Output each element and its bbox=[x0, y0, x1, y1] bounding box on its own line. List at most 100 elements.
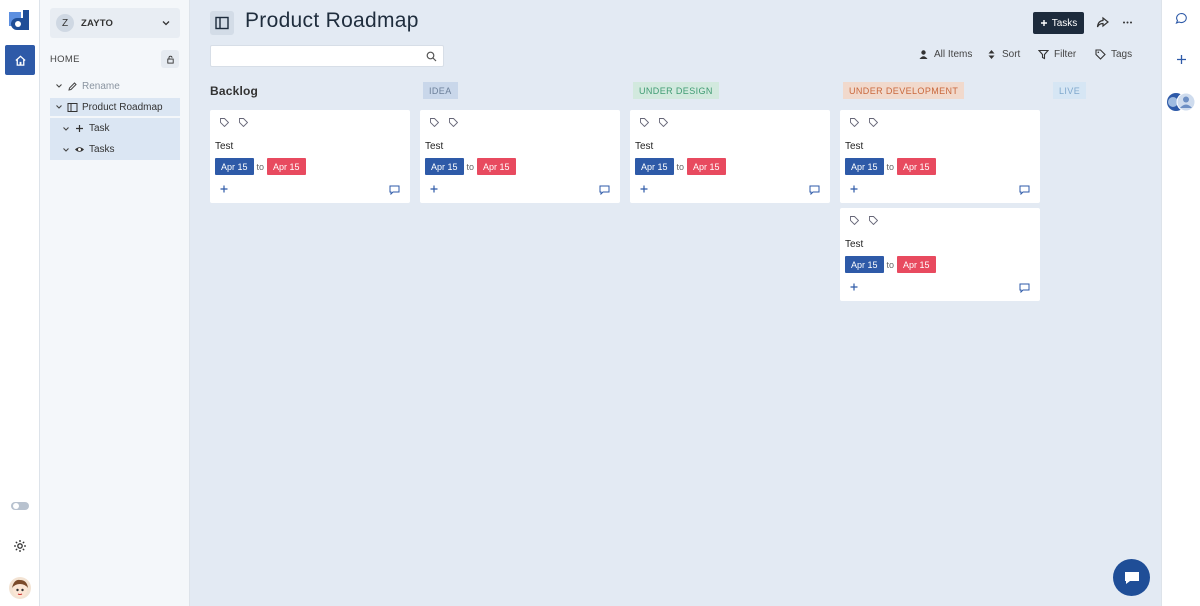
start-date-chip[interactable]: Apr 15 bbox=[635, 158, 674, 175]
chevron-down-icon bbox=[56, 84, 62, 88]
card-title[interactable]: Test bbox=[635, 141, 653, 152]
chevron-down-icon bbox=[63, 126, 69, 131]
all-items-button[interactable]: All Items bbox=[918, 49, 972, 60]
end-date-chip[interactable]: Apr 15 bbox=[897, 158, 936, 175]
start-date-chip[interactable]: Apr 15 bbox=[845, 256, 884, 273]
column-header-under-design: UNDER DESIGN bbox=[633, 82, 719, 99]
sort-button[interactable]: Sort bbox=[986, 49, 1020, 60]
filter-button[interactable]: Filter bbox=[1038, 49, 1076, 60]
start-date-chip[interactable]: Apr 15 bbox=[215, 158, 254, 175]
tree-item-product-roadmap[interactable]: Product Roadmap bbox=[50, 98, 180, 116]
theme-toggle[interactable] bbox=[11, 502, 29, 510]
app-rail bbox=[0, 0, 40, 606]
user-icon bbox=[919, 50, 928, 59]
tag-icon[interactable] bbox=[869, 216, 878, 225]
add-subtask-icon[interactable] bbox=[640, 185, 648, 193]
home-icon bbox=[14, 54, 26, 66]
search-input[interactable] bbox=[210, 45, 444, 67]
end-date-chip[interactable]: Apr 15 bbox=[897, 256, 936, 273]
tag-icon[interactable] bbox=[850, 118, 859, 127]
tag-icon bbox=[1095, 49, 1106, 60]
add-subtask-icon[interactable] bbox=[430, 185, 438, 193]
task-card[interactable]: Test Apr 15 to Apr 15 bbox=[630, 110, 830, 203]
add-subtask-icon[interactable] bbox=[850, 283, 858, 291]
column-header-live: LIVE bbox=[1053, 82, 1087, 99]
eye-icon bbox=[75, 147, 84, 152]
tags-label: Tags bbox=[1111, 49, 1133, 60]
start-date-chip[interactable]: Apr 15 bbox=[845, 158, 884, 175]
tag-icon[interactable] bbox=[659, 118, 668, 127]
tree-item-rename[interactable]: Rename bbox=[50, 77, 120, 95]
task-card[interactable]: Test Apr 15 to Apr 15 bbox=[840, 110, 1040, 203]
user-avatar[interactable] bbox=[9, 577, 31, 599]
tree-item-label: Product Roadmap bbox=[82, 101, 163, 113]
more-icon[interactable] bbox=[1121, 16, 1134, 29]
app-logo[interactable] bbox=[9, 10, 31, 32]
board-icon bbox=[215, 16, 229, 30]
comment-icon[interactable] bbox=[599, 184, 610, 195]
plus-icon bbox=[1040, 20, 1047, 26]
card-title[interactable]: Test bbox=[845, 141, 863, 152]
card-title[interactable]: Test bbox=[215, 141, 233, 152]
sort-label: Sort bbox=[1002, 49, 1021, 60]
pencil-icon bbox=[68, 81, 77, 91]
comment-icon[interactable] bbox=[1019, 282, 1030, 293]
side-panel: Z ZAYTO HOME Rename Product Roadmap Task… bbox=[40, 0, 190, 606]
sort-icon bbox=[988, 50, 995, 59]
filter-icon bbox=[1038, 49, 1049, 60]
plus-icon[interactable] bbox=[1175, 53, 1188, 66]
column-header-under-development: UNDER DEVELOPMENT bbox=[843, 82, 965, 99]
date-separator: to bbox=[256, 161, 265, 172]
tree-item-tasks[interactable]: Tasks bbox=[50, 139, 180, 160]
add-subtask-icon[interactable] bbox=[850, 185, 858, 193]
add-tasks-label: Tasks bbox=[1051, 17, 1078, 29]
end-date-chip[interactable]: Apr 15 bbox=[687, 158, 726, 175]
page-title: Product Roadmap bbox=[245, 9, 419, 32]
start-date-chip[interactable]: Apr 15 bbox=[425, 158, 464, 175]
task-card[interactable]: Test Apr 15 to Apr 15 bbox=[210, 110, 410, 203]
tag-icon[interactable] bbox=[220, 118, 229, 127]
tag-icon[interactable] bbox=[430, 118, 439, 127]
tag-icon[interactable] bbox=[640, 118, 649, 127]
tree-item-label: Rename bbox=[82, 80, 120, 92]
card-title[interactable]: Test bbox=[425, 141, 443, 152]
end-date-chip[interactable]: Apr 15 bbox=[477, 158, 516, 175]
tree-item-task[interactable]: Task bbox=[50, 118, 180, 139]
collaborators-avatars[interactable] bbox=[1166, 92, 1196, 112]
workspace-switcher[interactable]: Z ZAYTO bbox=[50, 8, 180, 38]
main-content: Product Roadmap Tasks All Items Sort Fil… bbox=[190, 0, 1161, 606]
filter-label: Filter bbox=[1054, 49, 1077, 60]
task-card[interactable]: Test Apr 15 to Apr 15 bbox=[420, 110, 620, 203]
all-items-label: All Items bbox=[934, 49, 973, 60]
comment-icon[interactable] bbox=[389, 184, 400, 195]
tags-button[interactable]: Tags bbox=[1095, 49, 1132, 60]
tag-icon[interactable] bbox=[869, 118, 878, 127]
task-card[interactable]: Test Apr 15 to Apr 15 bbox=[840, 208, 1040, 301]
gear-icon[interactable] bbox=[13, 539, 27, 553]
home-label[interactable]: HOME bbox=[50, 54, 80, 65]
tree-item-label: Tasks bbox=[89, 144, 115, 155]
home-button[interactable] bbox=[5, 45, 35, 75]
tree-item-label: Task bbox=[89, 123, 110, 134]
lock-icon bbox=[166, 55, 174, 64]
add-subtask-icon[interactable] bbox=[220, 185, 228, 193]
end-date-chip[interactable]: Apr 15 bbox=[267, 158, 306, 175]
tag-icon[interactable] bbox=[449, 118, 458, 127]
date-separator: to bbox=[886, 161, 895, 172]
add-tasks-button[interactable]: Tasks bbox=[1033, 12, 1084, 34]
lock-button[interactable] bbox=[161, 50, 179, 68]
tag-icon[interactable] bbox=[850, 216, 859, 225]
column-header-idea: IDEA bbox=[423, 82, 458, 99]
chevron-down-icon bbox=[162, 21, 170, 26]
share-icon[interactable] bbox=[1096, 16, 1109, 29]
plus-icon bbox=[76, 125, 83, 132]
card-title[interactable]: Test bbox=[845, 239, 863, 250]
comment-icon[interactable] bbox=[1019, 184, 1030, 195]
tag-icon[interactable] bbox=[239, 118, 248, 127]
chat-button[interactable] bbox=[1113, 559, 1150, 596]
board-view-button[interactable] bbox=[210, 11, 234, 35]
comments-icon[interactable] bbox=[1175, 12, 1188, 25]
workspace-badge: Z bbox=[56, 14, 74, 32]
comment-icon[interactable] bbox=[809, 184, 820, 195]
right-rail bbox=[1161, 0, 1200, 606]
